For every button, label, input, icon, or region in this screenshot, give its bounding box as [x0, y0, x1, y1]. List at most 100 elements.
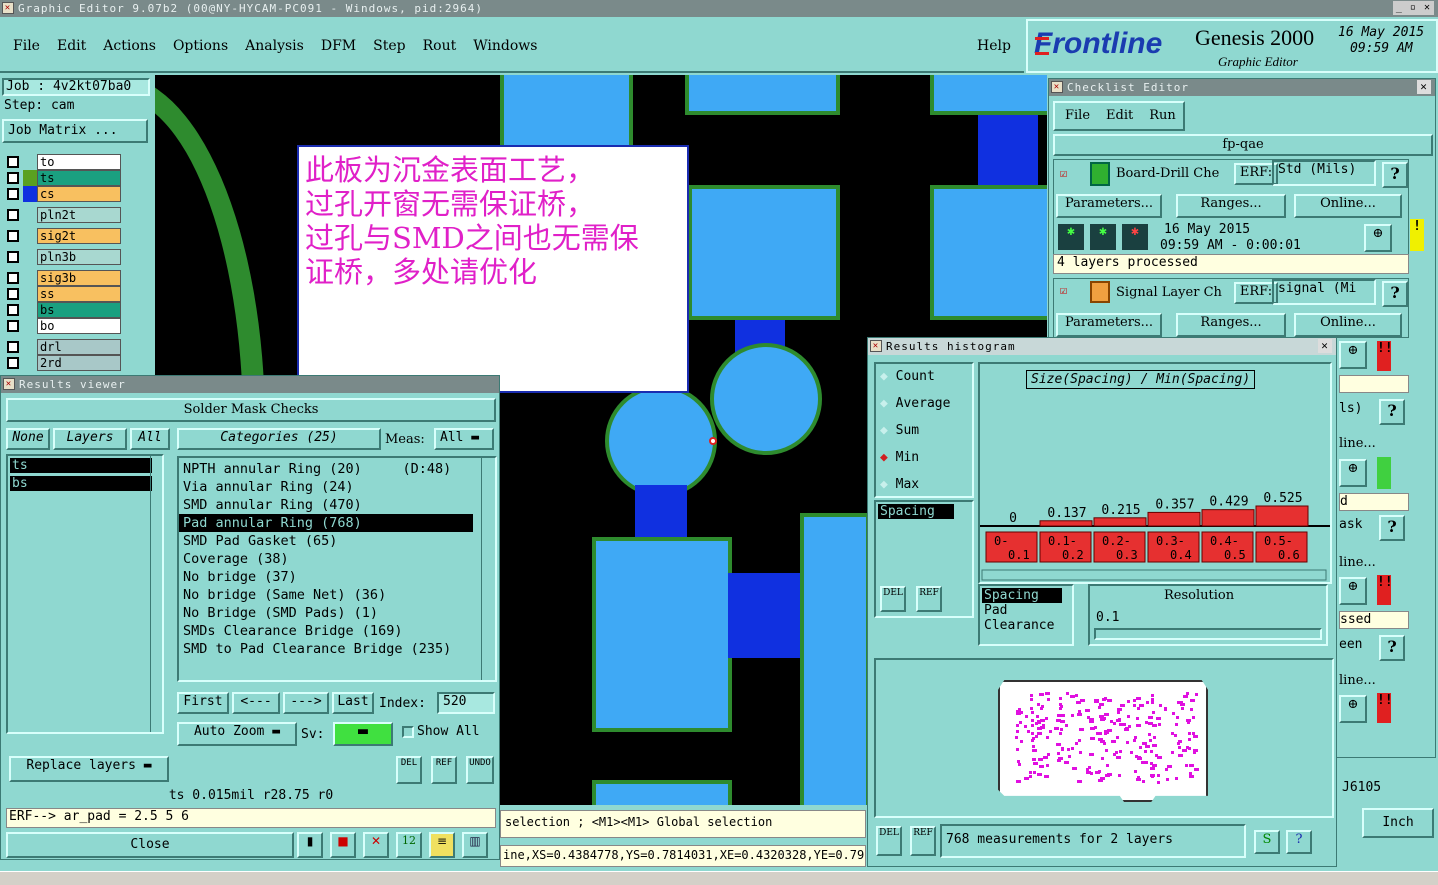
del-button[interactable]: DEL [396, 756, 422, 784]
menu-actions[interactable]: Actions [103, 38, 156, 54]
error-marker[interactable] [709, 437, 717, 445]
replace-layers-dropdown[interactable]: Replace layers ▬ [9, 756, 169, 782]
layer-row-pln2t[interactable]: pln2t [5, 207, 122, 223]
layer-checkbox[interactable] [7, 357, 19, 369]
layer-name[interactable]: bs [37, 302, 121, 318]
help-button[interactable]: ? [1379, 635, 1405, 661]
layer-checkbox[interactable] [7, 172, 19, 184]
checkbox-icon[interactable]: ☑ [1060, 166, 1067, 180]
menu-edit[interactable]: Edit [57, 38, 86, 54]
attribute-item-clearance[interactable]: Clearance [980, 618, 1072, 633]
category-item[interactable]: SMD annular Ring (470) [179, 496, 495, 514]
clear-ref-icon[interactable]: ✕ [363, 832, 389, 858]
menu-file[interactable]: File [13, 38, 40, 54]
ranges-button[interactable]: Ranges... [1176, 194, 1286, 218]
ref-button[interactable]: REF [431, 756, 457, 784]
menu-step[interactable]: Step [373, 38, 405, 54]
all-button[interactable]: All [130, 428, 170, 450]
category-item[interactable]: SMDs Clearance Bridge (169) [179, 622, 495, 640]
layer-row-bs[interactable]: bs [5, 302, 122, 318]
checklist-file-menu[interactable]: File [1065, 108, 1090, 123]
layer-checkbox[interactable] [7, 209, 19, 221]
layer-row-2rd[interactable]: 2rd [5, 355, 122, 371]
checklist-run-menu[interactable]: Run [1149, 108, 1176, 123]
first-button[interactable]: First [177, 692, 229, 714]
erf-value[interactable]: signal (Mi [1272, 279, 1376, 305]
category-item[interactable]: No Bridge (SMD Pads) (1) [179, 604, 495, 622]
mode-radio-sum[interactable]: ◆ Sum [876, 418, 972, 445]
report-icon[interactable]: ≡ [429, 832, 455, 858]
online-button[interactable]: Online... [1294, 194, 1402, 218]
window-controls[interactable]: _ ▫ ✕ [1392, 1, 1434, 15]
layer-checkbox[interactable] [7, 304, 19, 316]
ref-button[interactable]: REF [916, 586, 942, 612]
menu-dfm[interactable]: DFM [321, 38, 356, 54]
category-item[interactable]: Coverage (38) [179, 550, 495, 568]
layer-row-drl[interactable]: drl [5, 339, 122, 355]
layer-item-bs[interactable]: bs [10, 476, 152, 491]
ranges-button[interactable]: Ranges... [1176, 313, 1286, 337]
help-button[interactable]: ? [1379, 399, 1405, 425]
scrollbar[interactable] [150, 456, 162, 732]
layer-name[interactable]: sig3b [37, 270, 121, 286]
del-button[interactable]: DEL [880, 586, 906, 612]
zoom-icon[interactable]: ⊕ [1364, 224, 1392, 252]
measure-item-spacing[interactable]: Spacing [878, 504, 954, 519]
ref-button[interactable]: REF [910, 826, 936, 856]
next-button[interactable]: ---> [283, 692, 329, 714]
zoom-icon[interactable]: ⊕ [1339, 695, 1367, 723]
parameters-button[interactable]: Parameters... [1056, 313, 1162, 337]
layer-row-to[interactable]: to [5, 154, 122, 170]
checklist-edit-menu[interactable]: Edit [1106, 108, 1133, 123]
show-all-checkbox[interactable] [402, 726, 414, 738]
layer-name[interactable]: ss [37, 286, 121, 302]
layer-checkbox[interactable] [7, 272, 19, 284]
category-item[interactable]: NPTH annular Ring (20) (D:48) [179, 460, 495, 478]
layer-name[interactable]: 2rd [37, 355, 121, 371]
category-item[interactable]: SMD to Pad Clearance Bridge (235) [179, 640, 495, 658]
category-item[interactable]: No bridge (37) [179, 568, 495, 586]
sv-color-dropdown[interactable]: ▬ [333, 722, 393, 746]
close-icon[interactable]: ✕ [3, 378, 15, 390]
attribute-item-pad[interactable]: Pad [980, 603, 1072, 618]
histogram-icon[interactable]: ▥ [462, 832, 488, 858]
del-button[interactable]: DEL [876, 826, 902, 856]
help-button[interactable]: ? [1382, 162, 1408, 188]
parameters-button[interactable]: Parameters... [1056, 194, 1162, 218]
layer-name[interactable]: pln2t [37, 207, 121, 223]
layer-name[interactable]: drl [37, 339, 121, 355]
layer-row-cs[interactable]: cs [5, 186, 122, 202]
undo-button[interactable]: UNDO [466, 756, 494, 784]
layer-name[interactable]: to [37, 154, 121, 170]
previous-button[interactable]: <--- [232, 692, 280, 714]
stop-icon[interactable]: ✱ [1122, 224, 1148, 250]
taskbar[interactable] [0, 871, 1438, 885]
layer-checkbox[interactable] [7, 156, 19, 168]
online-button[interactable]: Online... [1294, 313, 1402, 337]
close-icon[interactable]: ✕ [1417, 80, 1431, 94]
layer-name[interactable]: cs [37, 186, 121, 202]
record-icon[interactable]: ■ [330, 832, 356, 858]
run-icon[interactable]: ✱ [1058, 224, 1084, 250]
layer-row-sig3b[interactable]: sig3b [5, 270, 122, 286]
refresh-icon[interactable]: S [1254, 830, 1280, 854]
layer-checkbox[interactable] [7, 188, 19, 200]
close-icon[interactable]: ✕ [1318, 339, 1332, 353]
layer-checkbox[interactable] [7, 341, 19, 353]
layer-item-ts[interactable]: ts [10, 458, 152, 473]
layer-name[interactable]: sig2t [37, 228, 121, 244]
layer-row-sig2t[interactable]: sig2t [5, 228, 122, 244]
job-matrix-button[interactable]: Job Matrix ... [2, 119, 148, 143]
checkbox-icon[interactable]: ☑ [1060, 283, 1067, 297]
scrollbar[interactable] [481, 458, 495, 680]
mode-radio-min[interactable]: ◆ Min [876, 445, 972, 472]
help-icon[interactable]: ? [1286, 830, 1312, 854]
last-button[interactable]: Last [332, 692, 374, 714]
help-button[interactable]: ? [1382, 281, 1408, 307]
board-preview[interactable] [874, 658, 1334, 818]
layer-checkbox[interactable] [7, 288, 19, 300]
layer-row-ts[interactable]: ts [5, 170, 122, 186]
run-all-icon[interactable]: ✱ [1090, 224, 1116, 250]
layer-name[interactable]: bo [37, 318, 121, 334]
resolution-slider[interactable] [1094, 628, 1322, 640]
